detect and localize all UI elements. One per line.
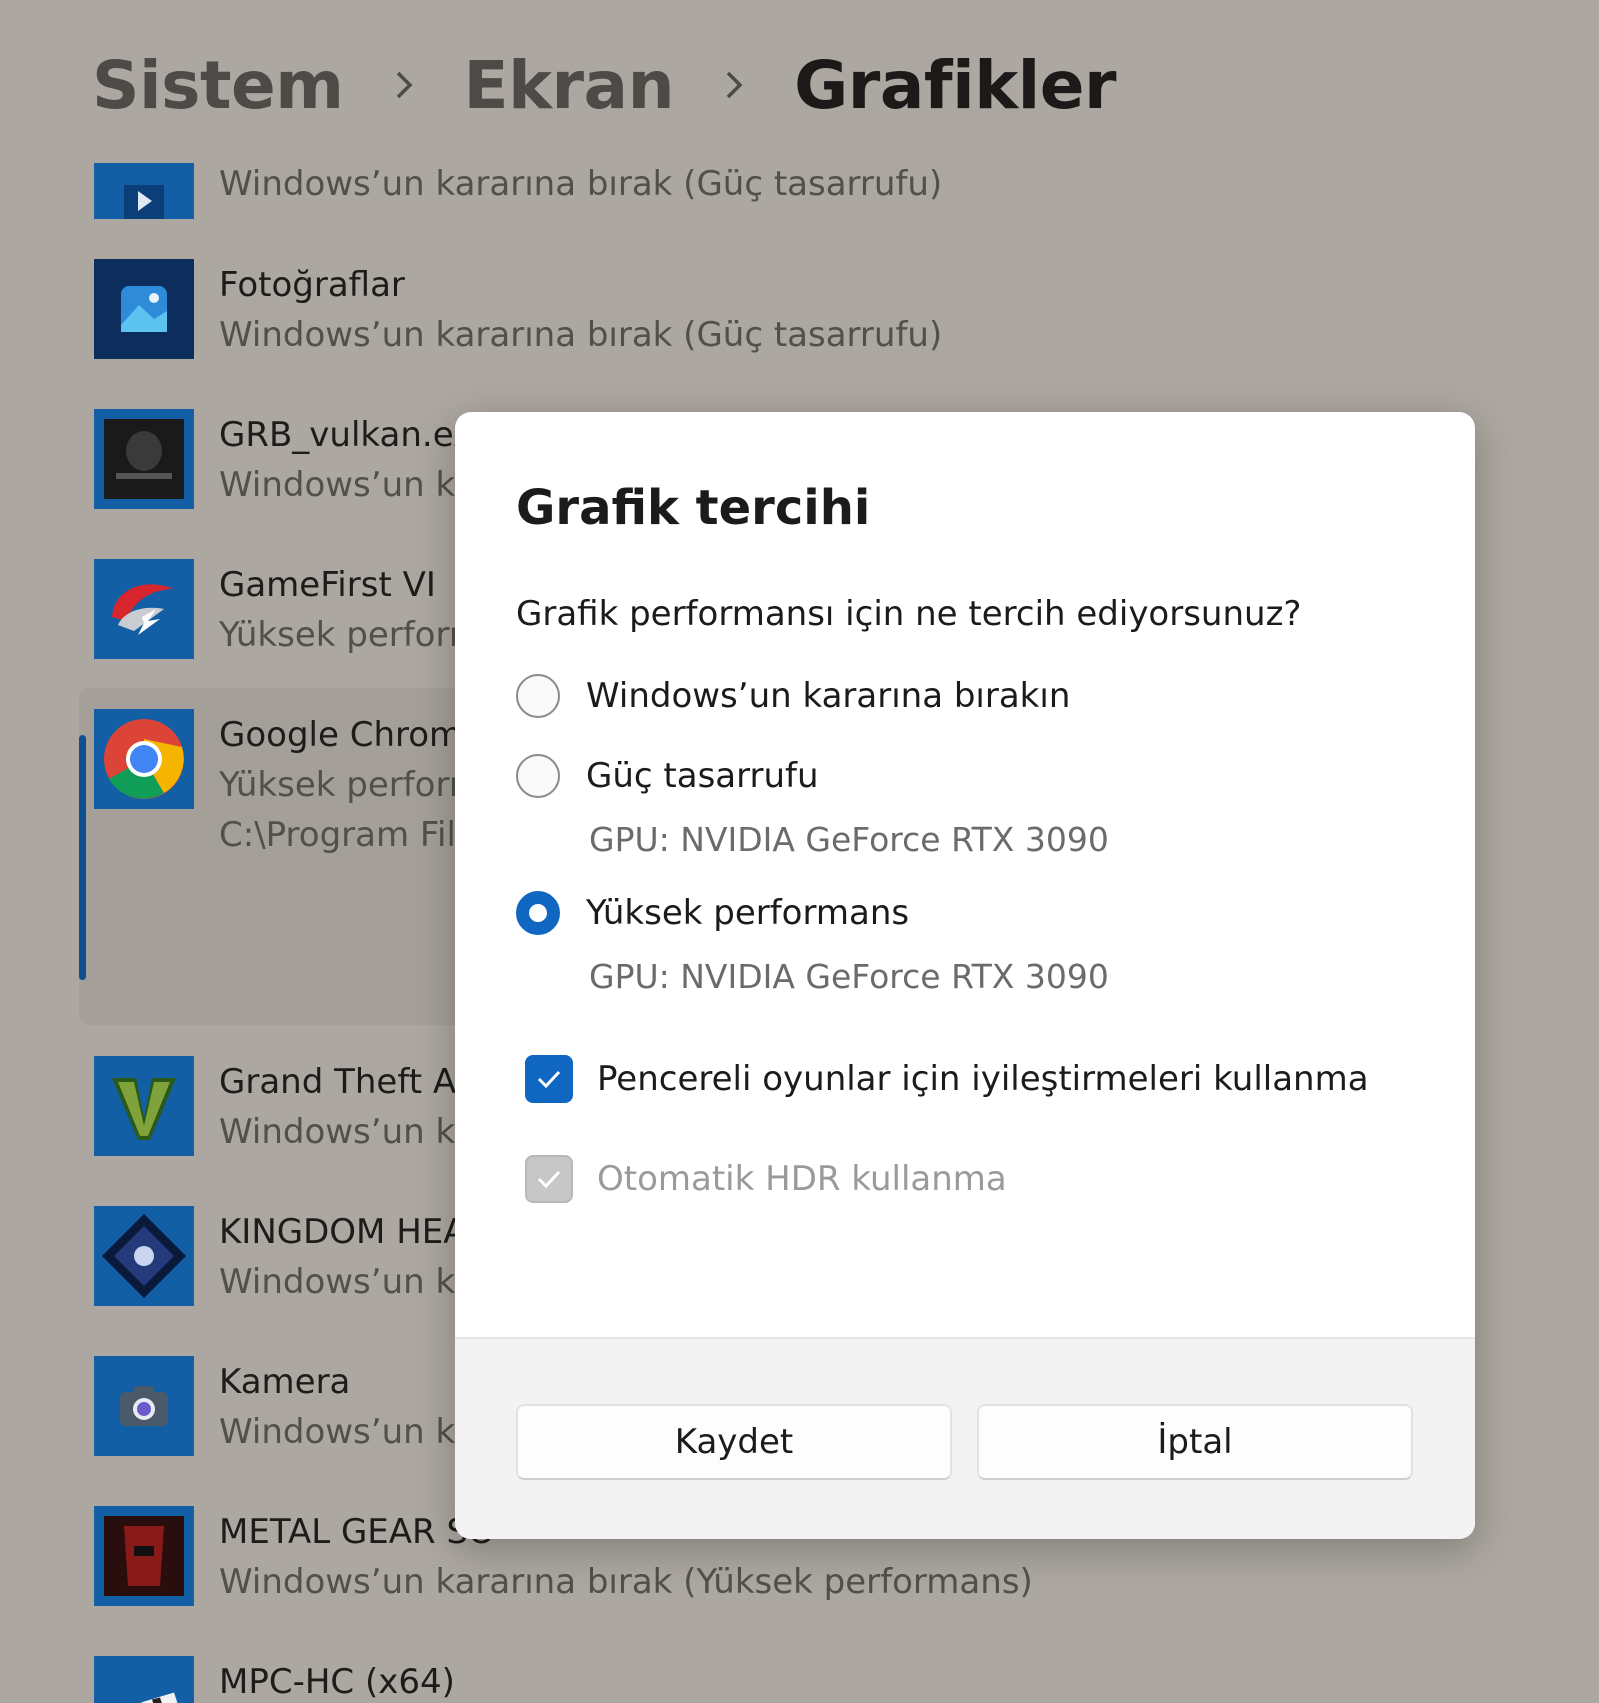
photos-icon — [94, 259, 194, 359]
gamefirst-icon — [94, 559, 194, 659]
dialog-footer: Kaydet İptal — [455, 1337, 1475, 1539]
option-power-saving[interactable]: Güç tasarrufu — [516, 751, 819, 801]
app-path: C:\Program File — [219, 815, 477, 855]
app-preference: Windows’un ka — [219, 1412, 476, 1452]
app-preference: Yüksek perform — [219, 615, 482, 655]
save-button[interactable]: Kaydet — [516, 1404, 952, 1480]
radio-button[interactable] — [516, 674, 560, 718]
app-name: Kamera — [219, 1362, 351, 1402]
dialog-question: Grafik performansı için ne tercih ediyor… — [516, 594, 1302, 634]
windowed-games-optimizations-toggle[interactable]: Pencereli oyunlar için iyileştirmeleri k… — [525, 1054, 1369, 1104]
app-preference: Windows’un ka — [219, 465, 476, 505]
app-preference: Windows’un kararına bırak (Güç tasarrufu… — [219, 164, 943, 204]
kingdom-hearts-icon — [94, 1206, 194, 1306]
app-preference: Windows’un kararına bırak (Yüksek perfor… — [219, 1562, 1033, 1602]
app-name: MPC-HC (x64) — [219, 1662, 455, 1702]
option-label: Windows’un kararına bırakın — [586, 676, 1071, 716]
power-saving-gpu: GPU: NVIDIA GeForce RTX 3090 — [589, 820, 1109, 859]
option-label: Yüksek performans — [586, 893, 910, 933]
selected-row-accent — [79, 735, 86, 980]
checkbox-label: Pencereli oyunlar için iyileştirmeleri k… — [597, 1059, 1369, 1099]
option-high-performance[interactable]: Yüksek performans — [516, 888, 909, 938]
radio-button[interactable] — [516, 754, 560, 798]
chrome-icon — [94, 709, 194, 809]
app-name: Fotoğraflar — [219, 265, 405, 305]
radio-button-selected[interactable] — [516, 891, 560, 935]
app-name: Grand Theft Au — [219, 1062, 478, 1102]
app-preference: Windows’un kararına bırak (Güç tasarrufu… — [219, 315, 943, 355]
high-performance-gpu: GPU: NVIDIA GeForce RTX 3090 — [589, 957, 1109, 996]
ghost-recon-icon — [94, 409, 194, 509]
option-label: Güç tasarrufu — [586, 756, 819, 796]
dialog-title: Grafik tercihi — [516, 480, 871, 536]
option-let-windows-decide[interactable]: Windows’un kararına bırakın — [516, 671, 1070, 721]
app-name: Google Chrome — [219, 715, 484, 755]
clapperboard-icon — [94, 1656, 194, 1703]
auto-hdr-toggle: Otomatik HDR kullanma — [525, 1154, 1007, 1204]
checkbox-checked[interactable] — [525, 1055, 573, 1103]
app-name: GRB_vulkan.exe — [219, 415, 494, 455]
gta-v-icon — [94, 1056, 194, 1156]
app-preference: Windows’un ka — [219, 1262, 476, 1302]
checkbox-disabled — [525, 1155, 573, 1203]
app-name: METAL GEAR SO — [219, 1512, 495, 1552]
metal-gear-icon — [94, 1506, 194, 1606]
camera-icon — [94, 1356, 194, 1456]
cancel-button[interactable]: İptal — [977, 1404, 1413, 1480]
app-preference: Windows’un ka — [219, 1112, 476, 1152]
media-player-icon — [94, 163, 194, 219]
app-name: GameFirst VI — [219, 565, 436, 605]
app-name: KINGDOM HEA — [219, 1212, 467, 1252]
graphics-preference-dialog: Grafik tercihi Grafik performansı için n… — [455, 412, 1475, 1539]
checkbox-label: Otomatik HDR kullanma — [597, 1159, 1007, 1199]
app-preference: Yüksek perform — [219, 765, 482, 805]
